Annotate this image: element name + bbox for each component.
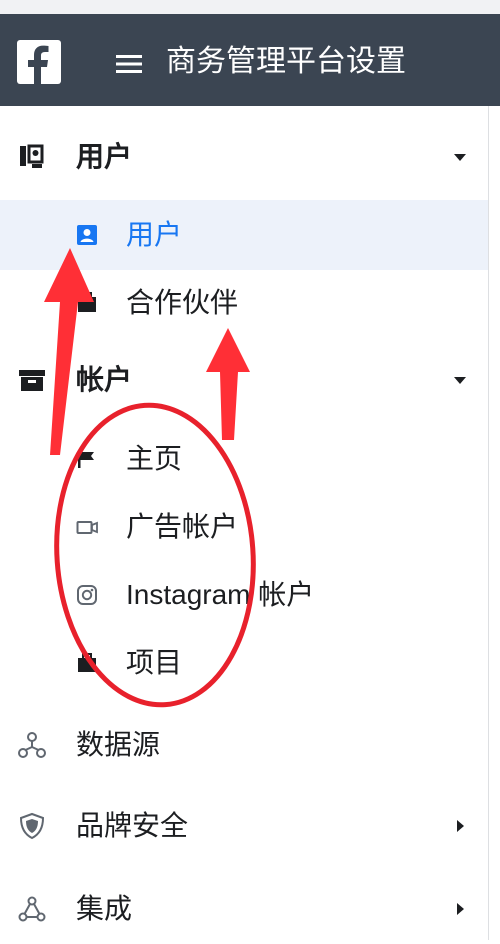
ad-account-icon	[76, 516, 98, 538]
sidebar-item-label: 品牌安全	[76, 810, 189, 841]
sidebar-item-label: Instagram 帐户	[126, 579, 315, 610]
data-sources-icon	[18, 731, 46, 759]
archive-icon	[18, 366, 46, 394]
sidebar-item-users[interactable]: 用户	[0, 200, 488, 270]
partner-icon	[76, 292, 98, 314]
sidebar-item-instagram-accounts[interactable]: Instagram 帐户	[0, 560, 488, 630]
sidebar-item-label: 集成	[76, 893, 133, 924]
sidebar-item-pages[interactable]: 主页	[0, 424, 488, 494]
page-title: 商务管理平台设置	[166, 45, 406, 78]
caret-right-icon	[452, 818, 468, 834]
settings-sidebar: 用户 用户 合作伙伴 帐户 主页 广告帐户 Instagram 帐户 项目 数据…	[0, 106, 488, 940]
instagram-icon	[76, 584, 98, 606]
hamburger-icon[interactable]	[116, 55, 142, 73]
briefcase-icon	[76, 652, 98, 674]
sidebar-item-label: 项目	[126, 647, 183, 678]
integrations-icon	[18, 895, 46, 923]
sidebar-section-label: 帐户	[76, 364, 133, 395]
browser-top-strip	[0, 0, 500, 15]
sidebar-item-label: 用户	[126, 219, 183, 250]
facebook-icon[interactable]	[17, 40, 61, 84]
sidebar-section-users[interactable]: 用户	[0, 122, 488, 192]
user-card-icon	[76, 224, 98, 246]
shield-icon	[18, 812, 46, 840]
sidebar-item-integrations[interactable]: 集成	[0, 874, 488, 944]
flag-icon	[76, 448, 98, 470]
sidebar-section-label: 用户	[76, 141, 133, 172]
app-header: 商务管理平台设置	[0, 14, 500, 106]
caret-down-icon	[452, 149, 468, 165]
sidebar-section-accounts[interactable]: 帐户	[0, 345, 488, 415]
sidebar-divider	[488, 106, 489, 940]
sidebar-item-projects[interactable]: 项目	[0, 628, 488, 698]
sidebar-item-label: 合作伙伴	[126, 287, 239, 318]
sidebar-item-label: 广告帐户	[126, 511, 239, 542]
sidebar-item-label: 数据源	[76, 729, 161, 760]
sidebar-item-label: 主页	[126, 443, 183, 474]
caret-right-icon	[452, 901, 468, 917]
sidebar-item-partners[interactable]: 合作伙伴	[0, 268, 488, 338]
sidebar-item-ad-accounts[interactable]: 广告帐户	[0, 492, 488, 562]
sidebar-item-data-sources[interactable]: 数据源	[0, 710, 488, 780]
users-icon	[18, 143, 46, 171]
caret-down-icon	[452, 372, 468, 388]
sidebar-item-brand-safety[interactable]: 品牌安全	[0, 791, 488, 861]
